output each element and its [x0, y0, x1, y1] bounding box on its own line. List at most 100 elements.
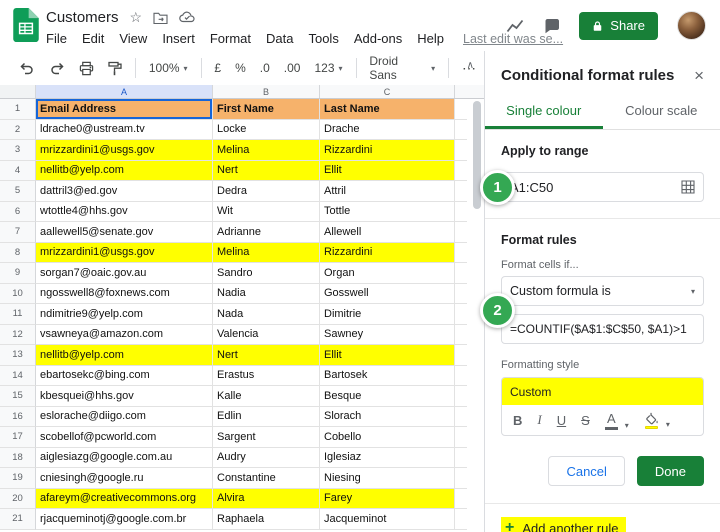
row-number[interactable]: 1 [0, 99, 36, 120]
text-color-button[interactable]: A ▾ [605, 411, 629, 430]
row-number[interactable]: 19 [0, 468, 36, 489]
scrollbar-thumb[interactable] [473, 101, 481, 209]
email-cell[interactable]: ndimitrie9@yelp.com [36, 304, 213, 325]
email-cell[interactable]: sorgan7@oaic.gov.au [36, 263, 213, 284]
email-cell[interactable]: rjacqueminotj@google.com.br [36, 509, 213, 530]
first-name-cell[interactable]: Dedra [213, 181, 320, 202]
row-number[interactable]: 16 [0, 407, 36, 428]
last-name-cell[interactable]: Ellit [320, 345, 455, 366]
row-number[interactable]: 3 [0, 140, 36, 161]
range-input[interactable]: A1:C50 [501, 172, 704, 202]
first-name-cell[interactable]: Raphaela [213, 509, 320, 530]
empty-cell[interactable] [455, 284, 467, 305]
first-name-cell[interactable]: Melina [213, 243, 320, 264]
email-cell[interactable]: afareym@creativecommons.org [36, 489, 213, 510]
fill-color-button[interactable]: ▾ [644, 412, 670, 429]
menu-addons[interactable]: Add-ons [354, 31, 402, 46]
custom-formula-input[interactable]: =COUNTIF($A$1:$C$50, $A1)>1 [501, 314, 704, 344]
document-title[interactable]: Customers [46, 9, 119, 26]
last-name-cell[interactable]: Rizzardini [320, 140, 455, 161]
email-cell[interactable]: mrizzardini1@usgs.gov [36, 140, 213, 161]
row-number[interactable]: 17 [0, 427, 36, 448]
empty-cell[interactable] [455, 222, 467, 243]
done-button[interactable]: Done [637, 456, 704, 486]
header-cell-b1[interactable]: First Name [213, 99, 320, 120]
email-cell[interactable]: dattril3@ed.gov [36, 181, 213, 202]
menu-file[interactable]: File [46, 31, 67, 46]
email-cell[interactable]: mrizzardini1@usgs.gov [36, 243, 213, 264]
email-cell[interactable]: aallewell5@senate.gov [36, 222, 213, 243]
email-cell[interactable]: ldrache0@ustream.tv [36, 120, 213, 141]
last-name-cell[interactable]: Drache [320, 120, 455, 141]
row-number[interactable]: 13 [0, 345, 36, 366]
increase-decimal-button[interactable]: .00 [284, 61, 301, 75]
underline-button[interactable]: U [557, 413, 566, 428]
email-cell[interactable]: nellitb@yelp.com [36, 161, 213, 182]
empty-cell[interactable] [455, 263, 467, 284]
first-name-cell[interactable]: Locke [213, 120, 320, 141]
last-name-cell[interactable]: Besque [320, 386, 455, 407]
menu-tools[interactable]: Tools [308, 31, 338, 46]
first-name-cell[interactable]: Valencia [213, 325, 320, 346]
empty-cell[interactable] [455, 99, 467, 120]
empty-cell[interactable] [455, 345, 467, 366]
row-number[interactable]: 5 [0, 181, 36, 202]
select-range-grid-icon[interactable] [681, 180, 695, 194]
print-icon[interactable] [79, 61, 94, 76]
row-number[interactable]: 7 [0, 222, 36, 243]
menu-data[interactable]: Data [266, 31, 293, 46]
last-name-cell[interactable]: Allewell [320, 222, 455, 243]
add-another-rule-button[interactable]: + Add another rule [501, 517, 626, 532]
sheets-logo-icon[interactable] [13, 8, 39, 42]
first-name-cell[interactable]: Audry [213, 448, 320, 469]
last-name-cell[interactable]: Ellit [320, 161, 455, 182]
row-number[interactable]: 11 [0, 304, 36, 325]
last-name-cell[interactable]: Organ [320, 263, 455, 284]
row-number[interactable]: 21 [0, 509, 36, 530]
row-number[interactable]: 18 [0, 448, 36, 469]
email-cell[interactable]: ngosswell8@foxnews.com [36, 284, 213, 305]
menu-edit[interactable]: Edit [82, 31, 104, 46]
email-cell[interactable]: scobellof@pcworld.com [36, 427, 213, 448]
empty-cell[interactable] [455, 468, 467, 489]
cancel-button[interactable]: Cancel [548, 456, 624, 486]
row-number[interactable]: 2 [0, 120, 36, 141]
move-to-folder-icon[interactable] [153, 11, 168, 24]
empty-cell[interactable] [455, 427, 467, 448]
undo-icon[interactable] [19, 61, 35, 75]
row-number[interactable]: 10 [0, 284, 36, 305]
last-name-cell[interactable]: Jacqueminot [320, 509, 455, 530]
first-name-cell[interactable]: Wit [213, 202, 320, 223]
first-name-cell[interactable]: Sargent [213, 427, 320, 448]
first-name-cell[interactable]: Nert [213, 161, 320, 182]
first-name-cell[interactable]: Constantine [213, 468, 320, 489]
star-icon[interactable]: ☆ [130, 10, 143, 24]
last-name-cell[interactable]: Farey [320, 489, 455, 510]
header-cell-c1[interactable]: Last Name [320, 99, 455, 120]
first-name-cell[interactable]: Sandro [213, 263, 320, 284]
last-name-cell[interactable]: Bartosek [320, 366, 455, 387]
empty-cell[interactable] [455, 407, 467, 428]
row-number[interactable]: 8 [0, 243, 36, 264]
empty-cell[interactable] [455, 448, 467, 469]
email-cell[interactable]: ebartosekc@bing.com [36, 366, 213, 387]
row-number[interactable]: 12 [0, 325, 36, 346]
first-name-cell[interactable]: Nert [213, 345, 320, 366]
menu-format[interactable]: Format [210, 31, 251, 46]
row-number[interactable]: 9 [0, 263, 36, 284]
first-name-cell[interactable]: Erastus [213, 366, 320, 387]
last-name-cell[interactable]: Dimitrie [320, 304, 455, 325]
more-formats-button[interactable]: 123▾ [314, 61, 342, 75]
user-avatar[interactable] [677, 11, 706, 40]
last-name-cell[interactable]: Gosswell [320, 284, 455, 305]
bold-button[interactable]: B [513, 413, 522, 428]
first-name-cell[interactable]: Melina [213, 140, 320, 161]
empty-cell[interactable] [455, 386, 467, 407]
collapse-toolbar-icon[interactable]: ∧ [467, 60, 474, 71]
row-number[interactable]: 15 [0, 386, 36, 407]
column-header-b[interactable]: B [213, 85, 320, 98]
redo-icon[interactable] [49, 61, 65, 75]
row-number[interactable]: 20 [0, 489, 36, 510]
first-name-cell[interactable]: Nadia [213, 284, 320, 305]
format-currency-button[interactable]: £ [214, 61, 221, 75]
